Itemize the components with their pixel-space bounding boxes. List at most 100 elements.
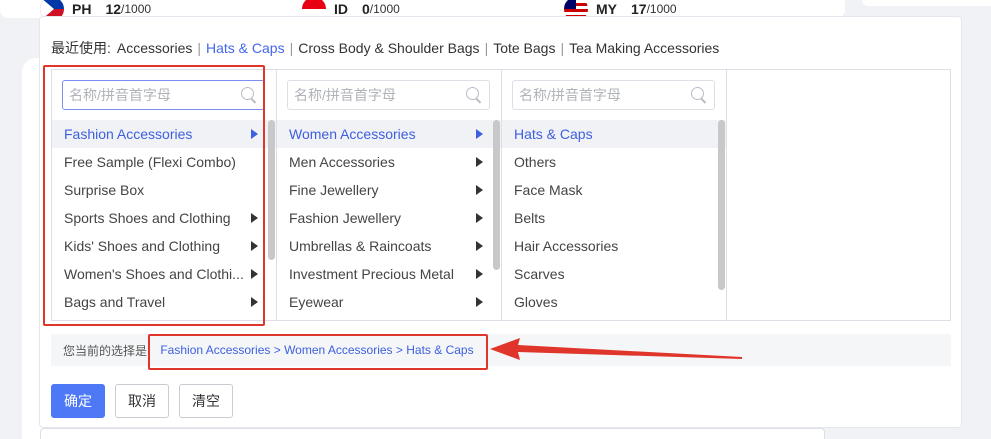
option-label: Men Accessories	[289, 154, 395, 170]
country-total: /1000	[646, 2, 677, 16]
category-column-empty	[727, 70, 950, 320]
category-column-level-3: Hats & Caps Others Face Mask Belts Hair …	[502, 70, 727, 320]
caret-right-icon	[251, 297, 258, 307]
scrollbar[interactable]	[718, 120, 725, 290]
category-option[interactable]: Belts	[502, 204, 726, 232]
caret-right-icon	[476, 129, 483, 139]
category-picker-dialog: 最近使用: Accessories | Hats & Caps | Cross …	[39, 16, 962, 428]
recent-label: 最近使用:	[51, 40, 111, 56]
recent-categories: 最近使用: Accessories | Hats & Caps | Cross …	[51, 38, 719, 58]
option-label: Bags and Travel	[64, 294, 166, 310]
category-option[interactable]: Surprise Box	[52, 176, 276, 204]
caret-right-icon	[251, 269, 258, 279]
caret-right-icon	[251, 241, 258, 251]
option-label: Surprise Box	[64, 182, 145, 198]
category-option[interactable]: Face Mask	[502, 176, 726, 204]
recent-item[interactable]: Cross Body & Shoulder Bags	[298, 40, 479, 56]
option-label: Hats & Caps	[514, 126, 593, 142]
category-option[interactable]: Kids' Shoes and Clothing	[52, 232, 276, 260]
caret-right-icon	[476, 269, 483, 279]
option-label: Belts	[514, 210, 546, 226]
category-option[interactable]: Scarves	[502, 260, 726, 288]
category-option[interactable]: Women's Shoes and Clothi...	[52, 260, 276, 288]
clear-button[interactable]: 清空	[179, 384, 233, 418]
option-list: Hats & Caps Others Face Mask Belts Hair …	[502, 120, 726, 316]
category-option[interactable]: Fine Jewellery	[277, 176, 501, 204]
country-total: /1000	[121, 2, 152, 16]
option-label: Scarves	[514, 266, 565, 282]
category-option[interactable]: Gloves	[502, 288, 726, 316]
background-panel	[862, 0, 991, 6]
category-option[interactable]: Umbrellas & Raincoats	[277, 232, 501, 260]
scrollbar[interactable]	[493, 120, 500, 270]
option-label: Fashion Accessories	[64, 126, 193, 142]
search-icon[interactable]	[240, 86, 258, 104]
current-selection-bar: 您当前的选择是: Fashion Accessories > Women Acc…	[51, 334, 951, 366]
option-label: Umbrellas & Raincoats	[289, 238, 432, 254]
recent-item[interactable]: Accessories	[117, 40, 192, 56]
caret-right-icon	[476, 157, 483, 167]
option-list: Fashion Accessories Free Sample (Flexi C…	[52, 120, 276, 316]
search-icon[interactable]	[690, 86, 708, 104]
current-selection-path: Fashion Accessories > Women Accessories …	[160, 343, 474, 357]
caret-right-icon	[476, 185, 483, 195]
category-option[interactable]: Free Sample (Flexi Combo)	[52, 148, 276, 176]
search-box[interactable]	[287, 80, 490, 110]
option-label: Others	[514, 154, 557, 170]
caret-right-icon	[476, 213, 483, 223]
scrollbar[interactable]	[268, 120, 275, 260]
category-option[interactable]: Bags and Travel	[52, 288, 276, 316]
search-box[interactable]	[62, 80, 265, 110]
category-option[interactable]: Hair Accessories	[502, 232, 726, 260]
search-input[interactable]	[69, 87, 240, 103]
current-selection-label: 您当前的选择是:	[63, 343, 151, 358]
option-label: Fine Jewellery	[289, 182, 379, 198]
option-label: Gloves	[514, 294, 558, 310]
category-option[interactable]: Fashion Accessories	[52, 120, 276, 148]
search-input[interactable]	[519, 87, 690, 103]
country-count: 0	[362, 1, 370, 17]
option-label: Face Mask	[514, 182, 583, 198]
option-list: Women Accessories Men Accessories Fine J…	[277, 120, 501, 316]
country-code: MY	[596, 1, 617, 17]
option-label: Kids' Shoes and Clothing	[64, 238, 220, 254]
option-label: Eyewear	[289, 294, 344, 310]
separator: |	[289, 40, 294, 56]
separator: |	[484, 40, 489, 56]
country-code: ID	[334, 1, 348, 17]
recent-item[interactable]: Tote Bags	[493, 40, 555, 56]
caret-right-icon	[476, 241, 483, 251]
category-option[interactable]: Eyewear	[277, 288, 501, 316]
background-card-bottom	[40, 428, 825, 439]
option-label: Investment Precious Metal	[289, 266, 454, 282]
option-label: Women's Shoes and Clothi...	[64, 266, 244, 282]
option-label: Sports Shoes and Clothing	[64, 210, 231, 226]
country-code: PH	[72, 1, 92, 17]
option-label: Free Sample (Flexi Combo)	[64, 154, 236, 170]
separator: |	[197, 40, 201, 56]
option-label: Women Accessories	[289, 126, 416, 142]
cancel-button[interactable]: 取消	[115, 384, 169, 418]
category-option[interactable]: Fashion Jewellery	[277, 204, 501, 232]
country-count: 17	[631, 1, 647, 17]
country-count: 12	[105, 1, 122, 17]
category-option[interactable]: Others	[502, 148, 726, 176]
caret-right-icon	[251, 213, 258, 223]
country-total: /1000	[369, 2, 400, 16]
category-option[interactable]: Women Accessories	[277, 120, 501, 148]
search-input[interactable]	[294, 87, 465, 103]
category-option[interactable]: Investment Precious Metal	[277, 260, 501, 288]
category-column-level-1: Fashion Accessories Free Sample (Flexi C…	[52, 70, 277, 320]
recent-item[interactable]: Tea Making Accessories	[569, 40, 719, 56]
category-column-level-2: Women Accessories Men Accessories Fine J…	[277, 70, 502, 320]
recent-item[interactable]: Hats & Caps	[206, 40, 285, 56]
confirm-button[interactable]: 确定	[51, 384, 105, 418]
category-cascader: Fashion Accessories Free Sample (Flexi C…	[51, 69, 951, 321]
option-label: Hair Accessories	[514, 238, 619, 254]
category-option[interactable]: Sports Shoes and Clothing	[52, 204, 276, 232]
category-option[interactable]: Men Accessories	[277, 148, 501, 176]
search-icon[interactable]	[465, 86, 483, 104]
category-option[interactable]: Hats & Caps	[502, 120, 726, 148]
separator: |	[560, 40, 565, 56]
search-box[interactable]	[512, 80, 715, 110]
